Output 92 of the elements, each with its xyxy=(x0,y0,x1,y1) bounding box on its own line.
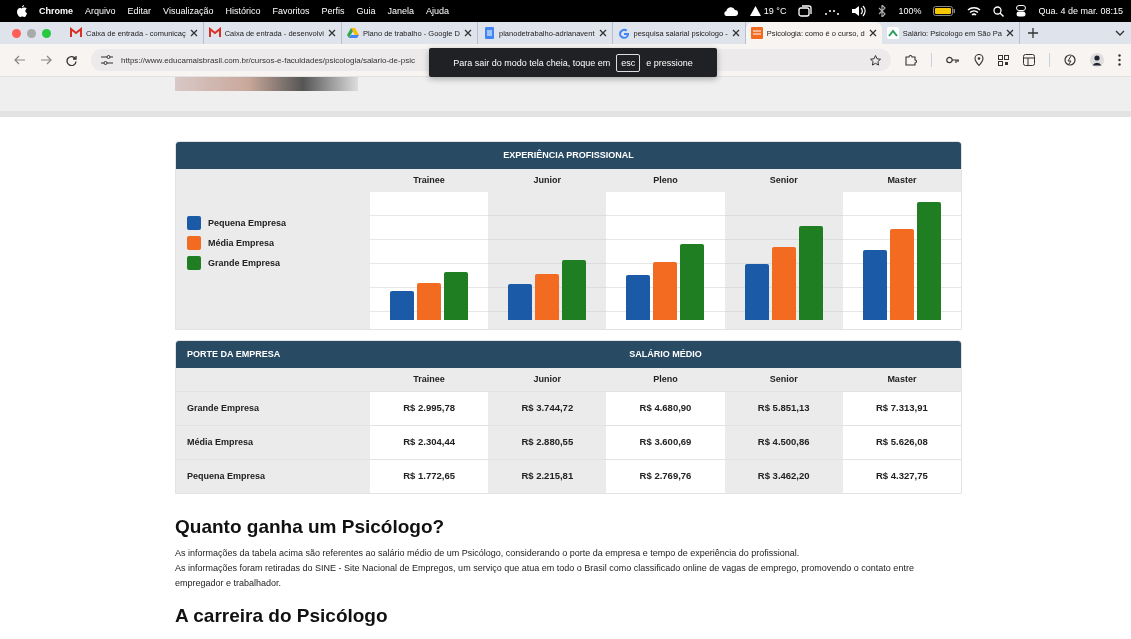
column-header: Junior xyxy=(532,373,563,386)
star-icon[interactable] xyxy=(870,54,881,66)
key-icon[interactable] xyxy=(946,56,960,64)
legend-label: Grande Empresa xyxy=(208,258,281,268)
table-cell: R$ 2.215,81 xyxy=(488,460,607,493)
chevron-down-icon[interactable] xyxy=(1115,30,1125,36)
apple-logo-icon[interactable] xyxy=(17,5,27,17)
menu-item[interactable]: Editar xyxy=(127,6,152,16)
close-icon[interactable] xyxy=(189,29,198,37)
table-cell: Média Empresa xyxy=(176,426,370,459)
battery-percentage: 100% xyxy=(898,6,922,16)
table-header: SALÁRIO MÉDIO xyxy=(628,348,703,361)
table-cell: R$ 3.744,72 xyxy=(488,392,607,425)
mail-icon[interactable] xyxy=(208,27,221,39)
menu-item[interactable]: Ajuda xyxy=(426,6,450,16)
table-cell: R$ 5.851,13 xyxy=(724,392,843,425)
battery-icon[interactable] xyxy=(933,6,956,16)
column-header: Trainee xyxy=(412,174,446,187)
menu-item[interactable]: Favoritos xyxy=(272,6,310,16)
close-icon[interactable] xyxy=(464,29,473,37)
column-header: Senior xyxy=(768,174,799,187)
clock: Qua. 4 de mar. 08:15 xyxy=(1038,6,1123,16)
column-header: Pleno xyxy=(652,373,679,386)
chart-title: EXPERIÊNCIA PROFISSIONAL xyxy=(176,142,961,169)
chart-bar xyxy=(862,250,887,320)
qr-code-icon[interactable] xyxy=(998,54,1009,66)
close-icon[interactable] xyxy=(731,29,740,37)
table-cell: Grande Empresa xyxy=(176,392,370,425)
chart-bar xyxy=(444,271,469,320)
close-icon[interactable] xyxy=(1005,29,1014,37)
column-header: Senior xyxy=(768,373,799,386)
column-header: Pleno xyxy=(652,174,679,187)
reload-icon[interactable] xyxy=(66,54,77,66)
chart-bar xyxy=(508,284,533,320)
table-cell: R$ 2.880,55 xyxy=(488,426,607,459)
menu-item[interactable]: Guia xyxy=(356,6,376,16)
back-icon[interactable] xyxy=(14,55,26,65)
avatar-icon[interactable] xyxy=(1090,53,1104,67)
chart-bar xyxy=(562,259,587,320)
paragraph: As informações da tabela acima são referentes ao salário médio de um Psicólogo, considerando o porte da empresa e tempo de experiência do profissional. xyxy=(175,547,801,560)
column-header: Master xyxy=(886,373,918,386)
bluetooth-icon[interactable] xyxy=(878,5,887,17)
app-menu[interactable]: Chrome xyxy=(39,6,73,16)
chart-bar xyxy=(744,264,769,320)
close-icon[interactable] xyxy=(327,29,336,37)
wifi-icon[interactable] xyxy=(967,5,982,17)
chart-bar xyxy=(626,275,651,320)
search-icon[interactable] xyxy=(993,5,1005,17)
menu-item[interactable]: Arquivo xyxy=(85,6,116,16)
site-icon[interactable] xyxy=(750,27,763,39)
close-icon[interactable] xyxy=(868,29,877,37)
fullscreen-notice: Para sair do modo tela cheia, toque em esc e pressione xyxy=(429,48,717,77)
section-heading: Quanto ganha um Psicólogo? xyxy=(175,516,446,538)
control-center-icon[interactable] xyxy=(1016,5,1027,17)
google-icon[interactable] xyxy=(617,27,630,39)
volume-icon[interactable] xyxy=(852,5,867,17)
chart-bar xyxy=(417,282,442,320)
menu-item[interactable]: Perfis xyxy=(321,6,345,16)
paragraph: As informações foram retiradas do SINE - Site Nacional de Empregos, um serviço que atua em todo o Brasil como classificado online de vagas de emprego, promovendo o contato entre empregador e trabalhador. xyxy=(175,562,915,590)
table-header: PORTE DA EMPRESA xyxy=(186,348,282,361)
menu-item[interactable]: Visualização xyxy=(163,6,214,16)
location-pin-icon[interactable] xyxy=(974,54,984,66)
more-icon[interactable] xyxy=(1118,54,1121,66)
puzzle-icon[interactable] xyxy=(905,54,917,66)
plus-icon[interactable] xyxy=(1027,28,1038,38)
menu-item[interactable]: Janela xyxy=(387,6,414,16)
column-header: Master xyxy=(886,174,918,187)
layout-icon[interactable] xyxy=(1023,54,1035,66)
legend-label: Pequena Empresa xyxy=(208,218,287,228)
column-header: Junior xyxy=(532,174,563,187)
section-heading: A carreira do Psicólogo xyxy=(175,605,389,627)
document-icon[interactable] xyxy=(483,27,496,39)
extension-icon[interactable] xyxy=(1064,54,1076,66)
cloud-icon[interactable] xyxy=(721,5,738,17)
legend-label: Média Empresa xyxy=(208,238,275,248)
chart-bar xyxy=(390,291,415,320)
site-icon[interactable] xyxy=(886,27,899,39)
forward-icon[interactable] xyxy=(40,55,52,65)
window-icon[interactable] xyxy=(798,5,813,17)
triangle-icon[interactable] xyxy=(346,27,359,39)
warning-icon[interactable] xyxy=(749,6,761,16)
menu-item[interactable]: Histórico xyxy=(225,6,261,16)
site-settings-icon[interactable] xyxy=(101,55,113,65)
table-cell: R$ 4.500,86 xyxy=(724,426,843,459)
mail-icon[interactable] xyxy=(70,27,82,39)
column-header: Trainee xyxy=(412,373,446,386)
table-cell: Pequena Empresa xyxy=(176,460,370,493)
table-cell: R$ 3.462,20 xyxy=(724,460,843,493)
chart-bar xyxy=(653,261,678,320)
weather-reading: 19 °C xyxy=(763,6,787,16)
close-icon[interactable] xyxy=(598,29,607,37)
chart-bar xyxy=(535,273,560,320)
